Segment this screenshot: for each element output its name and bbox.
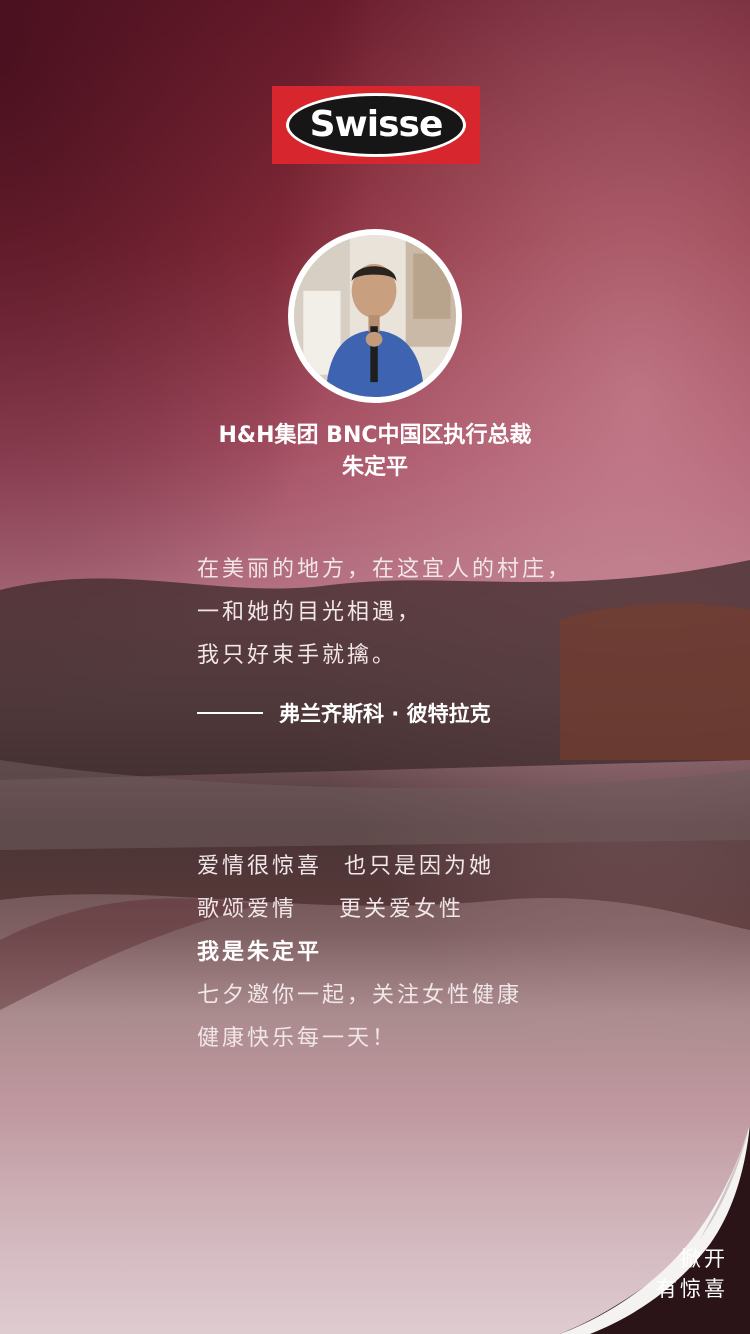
- speaker-avatar: [288, 229, 462, 403]
- message-line-2b: 更关爱女性: [339, 897, 465, 922]
- attribution-dash: [197, 712, 263, 714]
- speaker-title: H&H集团 BNC中国区执行总裁: [218, 423, 532, 448]
- quote-line-1: 在美丽的地方，在这宜人的村庄，: [197, 557, 573, 582]
- quote-line-2: 一和她的目光相遇，: [197, 600, 423, 625]
- quote-author: 弗兰齐斯科 · 彼特拉克: [279, 702, 491, 726]
- message-line-2: 歌颂爱情 更关爱女性: [197, 888, 522, 931]
- quote-block: 在美丽的地方，在这宜人的村庄， 一和她的目光相遇， 我只好束手就擒。: [197, 548, 572, 677]
- message-line-3: 我是朱定平: [197, 940, 323, 965]
- page-curl-label-1[interactable]: 掀开: [680, 1244, 728, 1274]
- swisse-logo: Swisse: [272, 86, 480, 164]
- message-line-1b: 也只是因为她: [344, 854, 495, 879]
- message-line-4: 七夕邀你一起，关注女性健康: [197, 983, 523, 1008]
- message-line-5: 健康快乐每一天！: [197, 1026, 398, 1051]
- speaker-name: 朱定平: [341, 455, 408, 480]
- message-line-2a: 歌颂爱情: [197, 897, 298, 922]
- quote-attribution: 弗兰齐斯科 · 彼特拉克: [197, 698, 491, 728]
- quote-line-3: 我只好束手就擒。: [197, 643, 398, 668]
- page-curl-label-2[interactable]: 有惊喜: [656, 1274, 728, 1304]
- message-block: 爱情很惊喜 也只是因为她 歌颂爱情 更关爱女性 我是朱定平 七夕邀你一起，关注女性健…: [197, 845, 522, 1060]
- message-line-1a: 爱情很惊喜: [197, 854, 323, 879]
- message-line-1: 爱情很惊喜 也只是因为她: [197, 845, 522, 888]
- swisse-logo-oval: Swisse: [286, 93, 466, 157]
- speaker-photo: [294, 235, 456, 397]
- swisse-logo-text: Swisse: [309, 104, 444, 145]
